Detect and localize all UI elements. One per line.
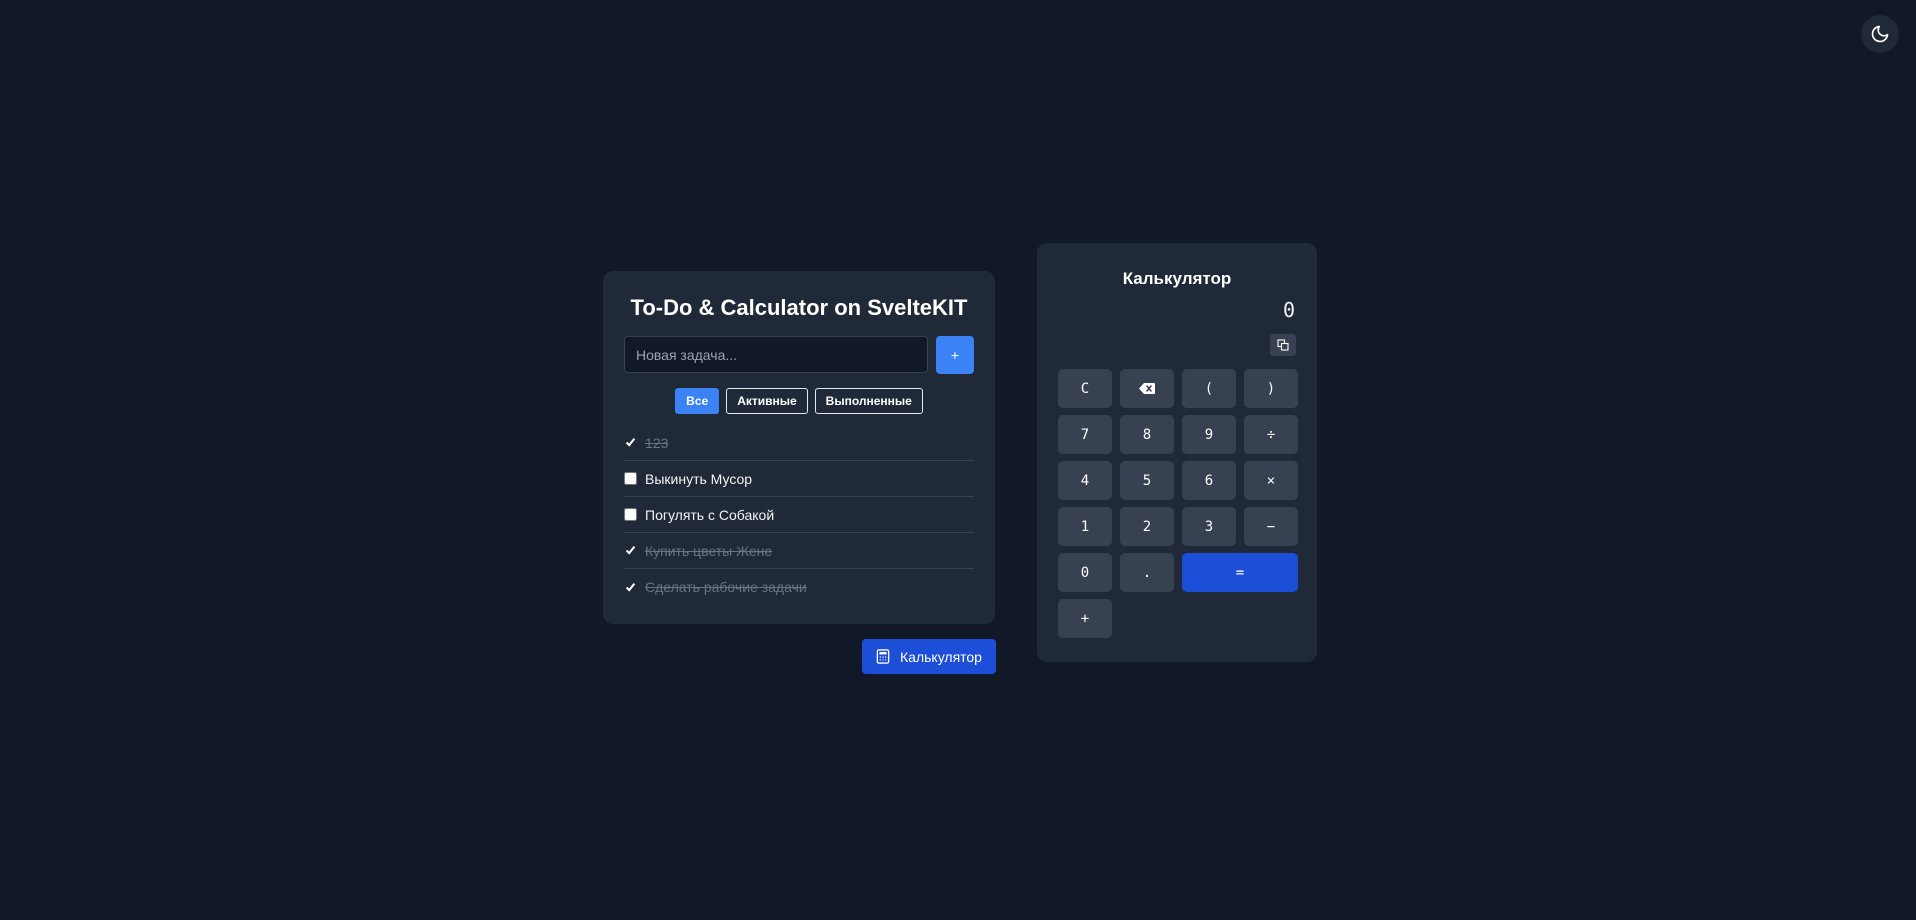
calculator-display: 0 bbox=[1282, 298, 1295, 322]
copy-button[interactable] bbox=[1270, 334, 1296, 356]
add-task-button[interactable]: + bbox=[936, 336, 974, 374]
digit-0-key[interactable]: 0 bbox=[1058, 553, 1112, 592]
divide-key[interactable]: ÷ bbox=[1244, 415, 1298, 454]
todo-item: Сделать рабочие задачи bbox=[624, 569, 974, 605]
digit-3-key[interactable]: 3 bbox=[1182, 507, 1236, 546]
calculator-toggle-button[interactable]: Калькулятор bbox=[862, 639, 996, 674]
digit-2-key[interactable]: 2 bbox=[1120, 507, 1174, 546]
filter-active-button[interactable]: Активные bbox=[726, 388, 808, 414]
filter-all-button[interactable]: Все bbox=[675, 388, 720, 414]
backspace-key[interactable] bbox=[1120, 369, 1174, 408]
calculator-icon bbox=[876, 649, 890, 664]
todo-checkbox[interactable] bbox=[624, 580, 637, 594]
theme-toggle-button[interactable] bbox=[1861, 15, 1899, 53]
todo-item-text: Погулять с Собакой bbox=[645, 506, 775, 523]
todo-item: Купить цветы Жене bbox=[624, 533, 974, 569]
digit-9-key[interactable]: 9 bbox=[1182, 415, 1236, 454]
copy-icon bbox=[1277, 339, 1289, 351]
digit-6-key[interactable]: 6 bbox=[1182, 461, 1236, 500]
todo-item-text: Сделать рабочие задачи bbox=[645, 579, 807, 595]
digit-7-key[interactable]: 7 bbox=[1058, 415, 1112, 454]
equals-key[interactable]: = bbox=[1182, 553, 1298, 592]
add-task-row: + bbox=[624, 336, 974, 374]
digit-5-key[interactable]: 5 bbox=[1120, 461, 1174, 500]
multiply-key[interactable]: × bbox=[1244, 461, 1298, 500]
open-paren-key[interactable]: ( bbox=[1182, 369, 1236, 408]
calculator-card: Калькулятор 0 C ( ) 7 8 9 ÷ 4 5 6 × 1 2 … bbox=[1037, 243, 1317, 662]
calculator-toggle-label: Калькулятор bbox=[900, 648, 982, 665]
calculator-keypad: C ( ) 7 8 9 ÷ 4 5 6 × 1 2 3 − 0 . = + bbox=[1058, 369, 1298, 638]
page-title: To-Do & Calculator on SvelteKIT bbox=[630, 295, 968, 320]
copy-row bbox=[1058, 334, 1296, 356]
digit-8-key[interactable]: 8 bbox=[1120, 415, 1174, 454]
close-paren-key[interactable]: ) bbox=[1244, 369, 1298, 408]
minus-key[interactable]: − bbox=[1244, 507, 1298, 546]
filter-completed-button[interactable]: Выполненные bbox=[814, 388, 923, 414]
calculator-title: Калькулятор bbox=[1122, 269, 1232, 288]
todo-item-text: Купить цветы Жене bbox=[645, 542, 773, 559]
todo-checkbox[interactable] bbox=[624, 472, 637, 485]
decimal-key[interactable]: . bbox=[1120, 553, 1174, 592]
digit-1-key[interactable]: 1 bbox=[1058, 507, 1112, 546]
todo-item: Погулять с Собакой bbox=[624, 497, 974, 533]
plus-key[interactable]: + bbox=[1058, 599, 1112, 638]
filter-bar: Все Активные Выполненные bbox=[624, 388, 974, 414]
todo-item-text: 123 bbox=[645, 434, 669, 451]
todo-checkbox[interactable] bbox=[624, 436, 637, 449]
new-task-input[interactable] bbox=[624, 336, 928, 373]
todo-item-text: Выкинуть Мусор bbox=[645, 470, 753, 487]
todo-item: Выкинуть Мусор bbox=[624, 461, 974, 497]
todo-checkbox[interactable] bbox=[624, 544, 637, 557]
todo-card: To-Do & Calculator on SvelteKIT + Все Ак… bbox=[603, 271, 995, 624]
app-root: To-Do & Calculator on SvelteKIT + Все Ак… bbox=[0, 0, 1916, 920]
digit-4-key[interactable]: 4 bbox=[1058, 461, 1112, 500]
moon-icon bbox=[1871, 25, 1889, 43]
clear-key[interactable]: C bbox=[1058, 369, 1112, 408]
backspace-icon bbox=[1139, 383, 1155, 394]
todo-item: 123 bbox=[624, 425, 974, 461]
todo-checkbox[interactable] bbox=[624, 508, 637, 521]
todo-list: 123 Выкинуть Мусор Погулять с Собакой Ку… bbox=[624, 425, 974, 605]
